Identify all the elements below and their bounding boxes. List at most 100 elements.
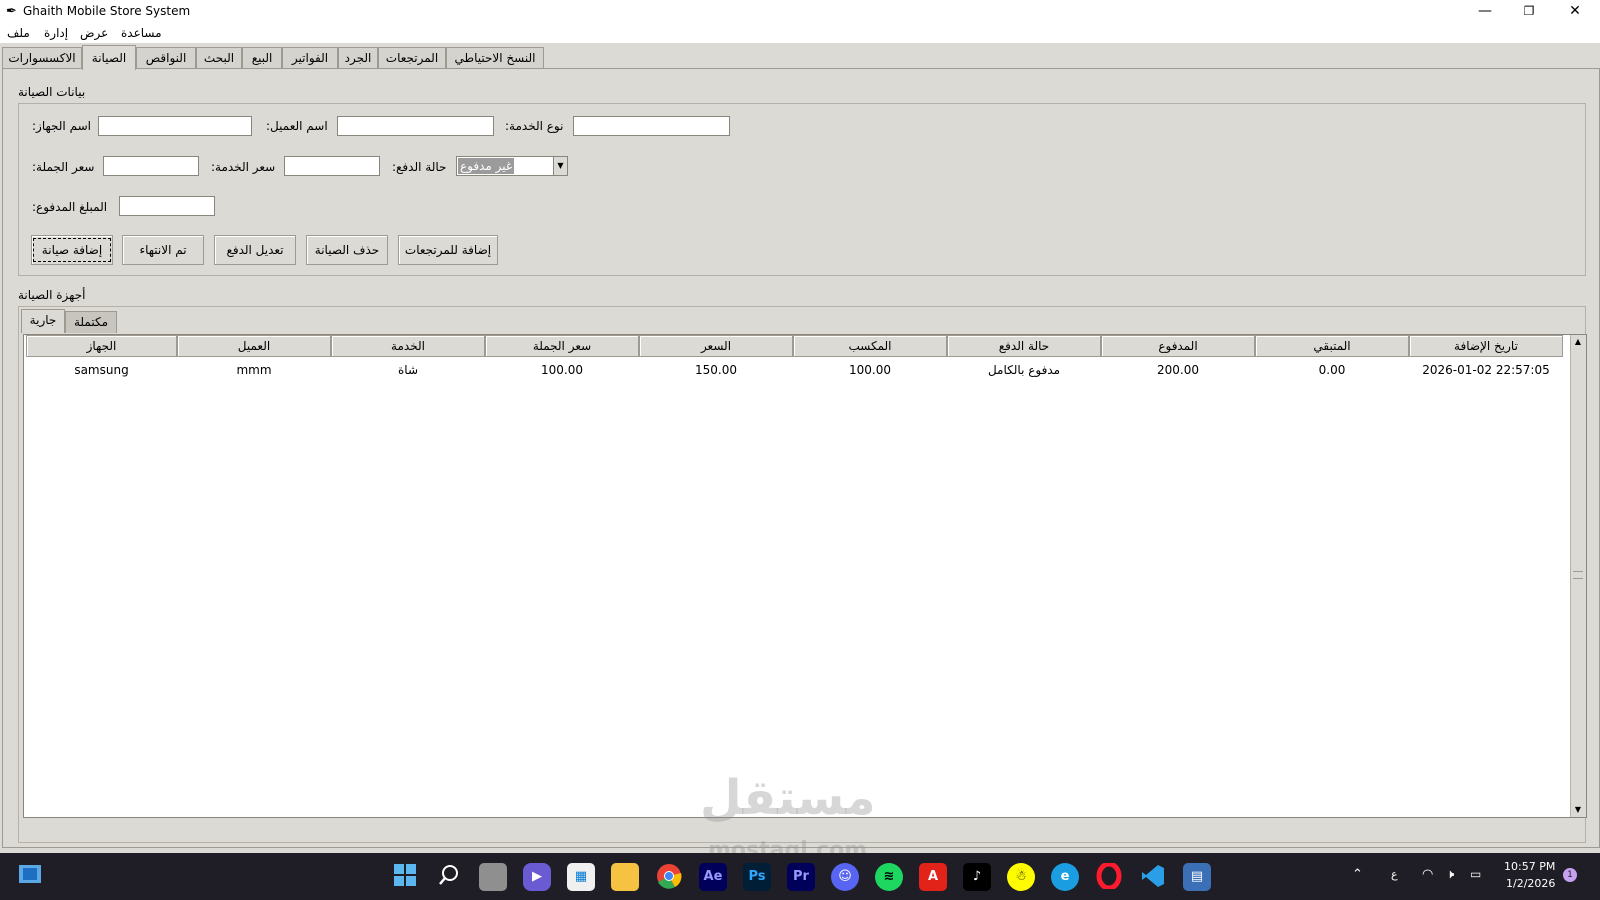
edit-payment-button[interactable]: تعديل الدفع — [214, 235, 296, 265]
payment-status-label: :حالة الدفع — [392, 160, 447, 174]
finished-button[interactable]: تم الانتهاء — [122, 235, 204, 265]
vscode-icon[interactable] — [1139, 863, 1167, 891]
menu-file[interactable]: ملف — [7, 26, 30, 40]
tab-ongoing[interactable]: جارية — [21, 309, 65, 333]
service-price-label: :سعر الخدمة — [211, 160, 276, 174]
feather-icon: ✒ — [6, 4, 17, 19]
service-type-field[interactable] — [573, 116, 730, 136]
menu-help[interactable]: مساعدة — [121, 26, 162, 40]
cell-profit: 100.00 — [849, 363, 891, 377]
device-name-label: :اسم الجهاز — [32, 119, 91, 133]
payment-status-select[interactable]: غير مدفوع ▼ — [456, 156, 568, 176]
tab-completed[interactable]: مكتملة — [65, 311, 117, 333]
minimize-button[interactable]: — — [1463, 0, 1507, 24]
wifi-icon[interactable]: ◠ — [1422, 867, 1433, 882]
column-header-wholesale[interactable]: سعر الجملة — [485, 335, 639, 357]
amount-paid-label: :المبلغ المدفوع — [32, 200, 108, 214]
windows-start-icon[interactable] — [391, 863, 419, 891]
file-explorer-icon[interactable] — [611, 863, 639, 891]
menu-manage[interactable]: إدارة — [44, 26, 68, 40]
opera-icon[interactable] — [1095, 861, 1123, 891]
watermark-logo: مستقل — [700, 770, 876, 826]
amount-paid-field[interactable] — [119, 196, 215, 216]
cell-paid: 200.00 — [1157, 363, 1199, 377]
windows-start-icon[interactable] — [16, 863, 44, 891]
tab-maintenance[interactable]: الصيانة — [82, 45, 136, 70]
cell-remaining: 0.00 — [1318, 363, 1346, 377]
menu-view[interactable]: عرض — [80, 26, 108, 40]
python-icon[interactable]: ▤ — [1183, 863, 1211, 891]
tab-accessories[interactable]: الاكسسوارات — [2, 47, 82, 69]
column-header-service[interactable]: الخدمة — [331, 335, 485, 357]
cell-service: شاة — [398, 363, 418, 377]
scroll-down-icon[interactable]: ▼ — [1571, 803, 1585, 817]
acrobat-icon[interactable]: A — [919, 863, 947, 891]
add-to-returns-button[interactable]: إضافة للمرتجعات — [398, 235, 498, 265]
cell-customer: mmm — [236, 363, 272, 377]
column-header-customer[interactable]: العميل — [177, 335, 331, 357]
chrome-icon[interactable] — [655, 863, 683, 891]
notification-badge[interactable]: 1 — [1563, 868, 1577, 882]
column-header-date-added[interactable]: تاريخ الإضافة — [1409, 335, 1563, 357]
wholesale-price-field[interactable] — [103, 156, 199, 176]
battery-icon[interactable]: ▭ — [1470, 867, 1481, 881]
cell-price: 150.00 — [695, 363, 737, 377]
scroll-grip[interactable] — [1573, 571, 1583, 579]
cell-payment-status: مدفوع بالكامل — [987, 363, 1061, 377]
clock-date[interactable]: 1/2/2026 — [1506, 877, 1555, 890]
restore-button[interactable]: ❐ — [1507, 0, 1551, 24]
tab-search[interactable]: البحث — [196, 47, 242, 69]
snapchat-icon[interactable]: ☃ — [1007, 863, 1035, 891]
cell-device: samsung — [74, 363, 129, 377]
tab-invoices[interactable]: الفواتير — [282, 47, 338, 69]
tab-returns[interactable]: المرتجعات — [378, 47, 446, 69]
premiere-icon[interactable]: Pr — [787, 863, 815, 891]
photoshop-icon[interactable]: Ps — [743, 863, 771, 891]
maintenance-table: الجهاز العميل الخدمة سعر الجملة السعر ال… — [23, 334, 1587, 818]
main-window: الاكسسوارات الصيانة النواقص البحث البيع … — [0, 43, 1600, 853]
customer-name-label: :اسم العميل — [266, 119, 328, 133]
store-icon[interactable]: ▦ — [567, 863, 595, 891]
teams-chat-icon[interactable]: ▶ — [523, 863, 551, 891]
column-header-profit[interactable]: المكسب — [793, 335, 947, 357]
search-icon[interactable] — [435, 863, 463, 891]
column-header-paid[interactable]: المدفوع — [1101, 335, 1255, 357]
tab-backup[interactable]: النسخ الاحتياطي — [446, 47, 544, 69]
delete-maintenance-button[interactable]: حذف الصيانة — [306, 235, 388, 265]
clock-time[interactable]: 10:57 PM — [1504, 860, 1555, 873]
wholesale-price-label: :سعر الجملة — [32, 160, 95, 174]
cell-wholesale: 100.00 — [541, 363, 583, 377]
cell-date-added: 2026-01-02 22:57:05 — [1422, 363, 1550, 377]
menu-bar: ملف إدارة عرض مساعدة — [0, 24, 1600, 43]
maintenance-panel: بيانات الصيانة :اسم الجهاز :اسم العميل :… — [2, 68, 1600, 848]
chevron-down-icon[interactable]: ▼ — [553, 157, 567, 175]
column-header-device[interactable]: الجهاز — [26, 335, 177, 357]
edge-icon[interactable]: e — [1051, 863, 1079, 891]
window-title: Ghaith Mobile Store System — [23, 4, 191, 18]
language-indicator[interactable]: ع — [1391, 868, 1398, 881]
column-header-price[interactable]: السعر — [639, 335, 793, 357]
column-header-payment-status[interactable]: حالة الدفع — [947, 335, 1101, 357]
add-maintenance-button[interactable]: إضافة صيانة — [31, 235, 113, 265]
task-view-icon[interactable] — [479, 863, 507, 891]
table-scrollbar[interactable]: ▲ ▼ — [1570, 335, 1586, 817]
close-button[interactable]: ✕ — [1553, 0, 1597, 24]
discord-icon[interactable]: ☺ — [831, 863, 859, 891]
after-effects-icon[interactable]: Ae — [699, 863, 727, 891]
title-bar: ✒ Ghaith Mobile Store System — ❐ ✕ — [0, 0, 1600, 24]
chevron-up-icon[interactable]: ⌃ — [1352, 867, 1363, 882]
add-maintenance-label: إضافة صيانة — [32, 238, 112, 262]
speaker-muted-icon[interactable]: 🕨 — [1446, 867, 1454, 882]
column-header-remaining[interactable]: المتبقي — [1255, 335, 1409, 357]
form-group-title: بيانات الصيانة — [18, 85, 86, 99]
tab-shortages[interactable]: النواقص — [136, 47, 196, 69]
tiktok-icon[interactable]: ♪ — [963, 863, 991, 891]
service-price-field[interactable] — [284, 156, 380, 176]
spotify-icon[interactable]: ≋ — [875, 863, 903, 891]
scroll-up-icon[interactable]: ▲ — [1571, 335, 1585, 349]
customer-name-field[interactable] — [337, 116, 494, 136]
tab-sales[interactable]: البيع — [242, 47, 282, 69]
devices-group-title: أجهزة الصيانة — [18, 288, 86, 302]
tab-inventory[interactable]: الجرد — [338, 47, 378, 69]
device-name-field[interactable] — [98, 116, 252, 136]
